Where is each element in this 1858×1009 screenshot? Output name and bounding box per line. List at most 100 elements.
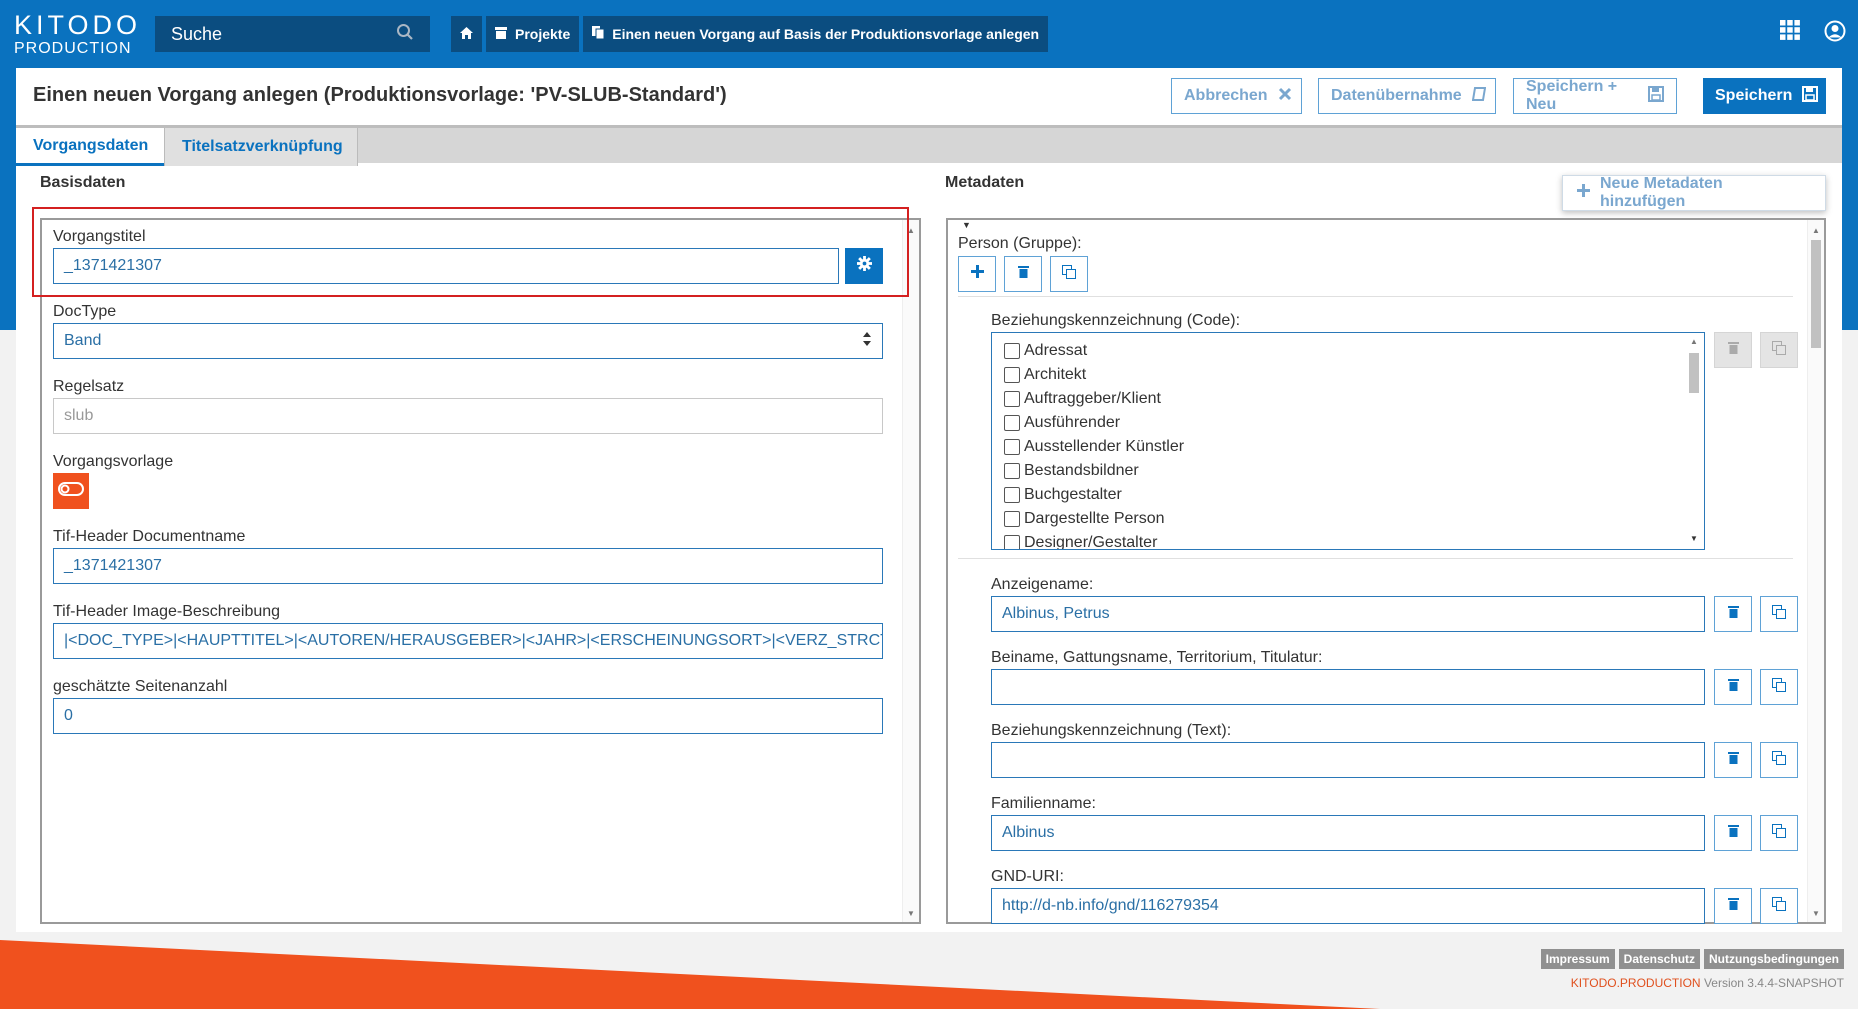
tif-documentname-input[interactable]: _1371421307 bbox=[53, 548, 883, 584]
tif-image-description-label: Tif-Header Image-Beschreibung bbox=[53, 603, 281, 620]
scroll-down-arrow-icon[interactable]: ▼ bbox=[1690, 534, 1698, 543]
toggle-off-icon bbox=[58, 481, 84, 501]
divider bbox=[958, 558, 1793, 559]
checkbox[interactable] bbox=[1004, 535, 1020, 549]
checkbox[interactable] bbox=[1004, 391, 1020, 407]
sort-arrows-icon bbox=[862, 331, 872, 352]
footer-link-nutzungsbedingungen[interactable]: Nutzungsbedingungen bbox=[1704, 949, 1844, 969]
copy-field-button[interactable] bbox=[1760, 815, 1798, 851]
list-item[interactable]: Architekt bbox=[992, 363, 1704, 387]
scroll-up-arrow-icon[interactable]: ▲ bbox=[1812, 226, 1820, 235]
checkbox[interactable] bbox=[1004, 439, 1020, 455]
copy-relation-code-button bbox=[1760, 332, 1798, 368]
gnd-uri-input[interactable]: http://d-nb.info/gnd/116279354 bbox=[991, 888, 1705, 924]
tab-vorgangsdaten[interactable]: Vorgangsdaten bbox=[16, 128, 164, 166]
vorgangsvorlage-toggle[interactable] bbox=[53, 473, 89, 509]
list-item[interactable]: Ausführender bbox=[992, 411, 1704, 435]
list-item[interactable]: Ausstellender Künstler bbox=[992, 435, 1704, 459]
doctype-select[interactable]: Band bbox=[53, 323, 883, 359]
page-title: Einen neuen Vorgang anlegen (Produktions… bbox=[33, 84, 727, 106]
epithet-input[interactable] bbox=[991, 669, 1705, 705]
trash-icon bbox=[1727, 751, 1739, 769]
epithet-label: Beiname, Gattungsname, Territorium, Titu… bbox=[991, 649, 1323, 666]
delete-person-button[interactable] bbox=[1004, 256, 1042, 292]
delete-field-button[interactable] bbox=[1714, 815, 1752, 851]
list-item[interactable]: Buchgestalter bbox=[992, 483, 1704, 507]
footer-link-datenschutz[interactable]: Datenschutz bbox=[1618, 949, 1701, 969]
relation-code-checkbox-list[interactable]: Adressat Architekt Auftraggeber/Klient A… bbox=[991, 332, 1705, 550]
copy-field-button[interactable] bbox=[1760, 596, 1798, 632]
search-input[interactable]: Suche bbox=[155, 16, 430, 52]
checkbox[interactable] bbox=[1004, 367, 1020, 383]
metadaten-panel: ▲ ▼ ▼ Person (Gruppe): Beziehungskennzei… bbox=[946, 218, 1826, 924]
checkbox[interactable] bbox=[1004, 511, 1020, 527]
scrollbar-thumb[interactable] bbox=[1811, 240, 1821, 348]
copy-icon bbox=[1772, 750, 1786, 770]
save-button[interactable]: Speichern bbox=[1703, 78, 1826, 114]
scroll-up-arrow-icon[interactable]: ▲ bbox=[1690, 337, 1698, 346]
add-person-button[interactable] bbox=[958, 256, 996, 292]
add-metadata-button[interactable]: Neue Metadaten hinzufügen bbox=[1562, 175, 1826, 211]
relation-text-input[interactable] bbox=[991, 742, 1705, 778]
metadaten-scrollbar[interactable]: ▲ ▼ bbox=[1807, 220, 1824, 922]
user-account-icon[interactable] bbox=[1824, 20, 1846, 47]
breadcrumb-projects[interactable]: Projekte bbox=[486, 16, 580, 52]
doctype-label: DocType bbox=[53, 303, 117, 320]
archive-icon bbox=[495, 26, 507, 42]
background-band-left bbox=[0, 68, 16, 330]
breadcrumb-home[interactable] bbox=[451, 16, 482, 52]
tab-bar: Vorgangsdaten Titelsatzverknüpfung bbox=[16, 125, 1842, 166]
copy-document-icon bbox=[592, 26, 605, 42]
copy-person-button[interactable] bbox=[1050, 256, 1088, 292]
delete-field-button[interactable] bbox=[1714, 742, 1752, 778]
list-item[interactable]: Designer/Gestalter bbox=[992, 531, 1704, 549]
checkbox[interactable] bbox=[1004, 415, 1020, 431]
regelsatz-input: slub bbox=[53, 398, 883, 434]
list-item[interactable]: Auftraggeber/Klient bbox=[992, 387, 1704, 411]
tab-titelsatzverknuepfung[interactable]: Titelsatzverknüpfung bbox=[164, 128, 358, 166]
footer-link-impressum[interactable]: Impressum bbox=[1540, 949, 1615, 969]
scrollbar-thumb[interactable] bbox=[1689, 353, 1699, 393]
checkbox[interactable] bbox=[1004, 463, 1020, 479]
collapse-caret-icon[interactable]: ▼ bbox=[962, 220, 971, 230]
background-band-right bbox=[1842, 68, 1858, 330]
tif-documentname-label: Tif-Header Documentname bbox=[53, 528, 246, 545]
delete-field-button[interactable] bbox=[1714, 669, 1752, 705]
import-data-button[interactable]: Datenübernahme bbox=[1318, 78, 1496, 114]
copy-field-button[interactable] bbox=[1760, 669, 1798, 705]
copy-field-button[interactable] bbox=[1760, 888, 1798, 924]
version-info: KITODO.PRODUCTION Version 3.4.4-SNAPSHOT bbox=[1571, 976, 1844, 990]
checkbox[interactable] bbox=[1004, 343, 1020, 359]
kitodo-logo[interactable]: KITODO PRODUCTION bbox=[14, 12, 141, 57]
family-name-input[interactable]: Albinus bbox=[991, 815, 1705, 851]
delete-field-button[interactable] bbox=[1714, 596, 1752, 632]
scroll-down-arrow-icon[interactable]: ▼ bbox=[907, 909, 915, 918]
delete-field-button[interactable] bbox=[1714, 888, 1752, 924]
logo-line1: KITODO bbox=[14, 10, 142, 40]
relation-code-label: Beziehungskennzeichnung (Code): bbox=[991, 312, 1241, 329]
scroll-down-arrow-icon[interactable]: ▼ bbox=[1812, 909, 1820, 918]
list-item[interactable]: Bestandsbildner bbox=[992, 459, 1704, 483]
save-and-new-button[interactable]: Speichern + Neu bbox=[1513, 78, 1677, 114]
tif-image-description-input[interactable]: |<DOC_TYPE>|<HAUPTTITEL>|<AUTOREN/HERAUS… bbox=[53, 623, 883, 659]
trash-icon bbox=[1727, 824, 1739, 842]
footer-decoration bbox=[0, 940, 1380, 1009]
page-count-input[interactable]: 0 bbox=[53, 698, 883, 734]
copy-field-button[interactable] bbox=[1760, 742, 1798, 778]
add-metadata-button-label: Neue Metadaten hinzufügen bbox=[1600, 175, 1723, 210]
copy-icon bbox=[1772, 677, 1786, 697]
copy-icon bbox=[1772, 340, 1786, 360]
display-name-input[interactable]: Albinus, Petrus bbox=[991, 596, 1705, 632]
apps-grid-icon[interactable] bbox=[1780, 20, 1800, 47]
import-data-button-label: Datenübernahme bbox=[1331, 87, 1462, 104]
list-item[interactable]: Dargestellte Person bbox=[992, 507, 1704, 531]
basisdaten-scrollbar[interactable]: ▲ ▼ bbox=[902, 220, 919, 922]
list-item[interactable]: Adressat bbox=[992, 339, 1704, 363]
cancel-button[interactable]: Abbrechen bbox=[1171, 78, 1302, 114]
search-icon[interactable] bbox=[396, 23, 414, 46]
home-icon bbox=[460, 26, 473, 42]
checkbox[interactable] bbox=[1004, 487, 1020, 503]
copy-icon bbox=[1772, 823, 1786, 843]
save-and-new-button-label: Speichern + Neu bbox=[1526, 78, 1618, 113]
checkbox-list-scrollbar[interactable]: ▲ ▼ bbox=[1688, 337, 1700, 543]
